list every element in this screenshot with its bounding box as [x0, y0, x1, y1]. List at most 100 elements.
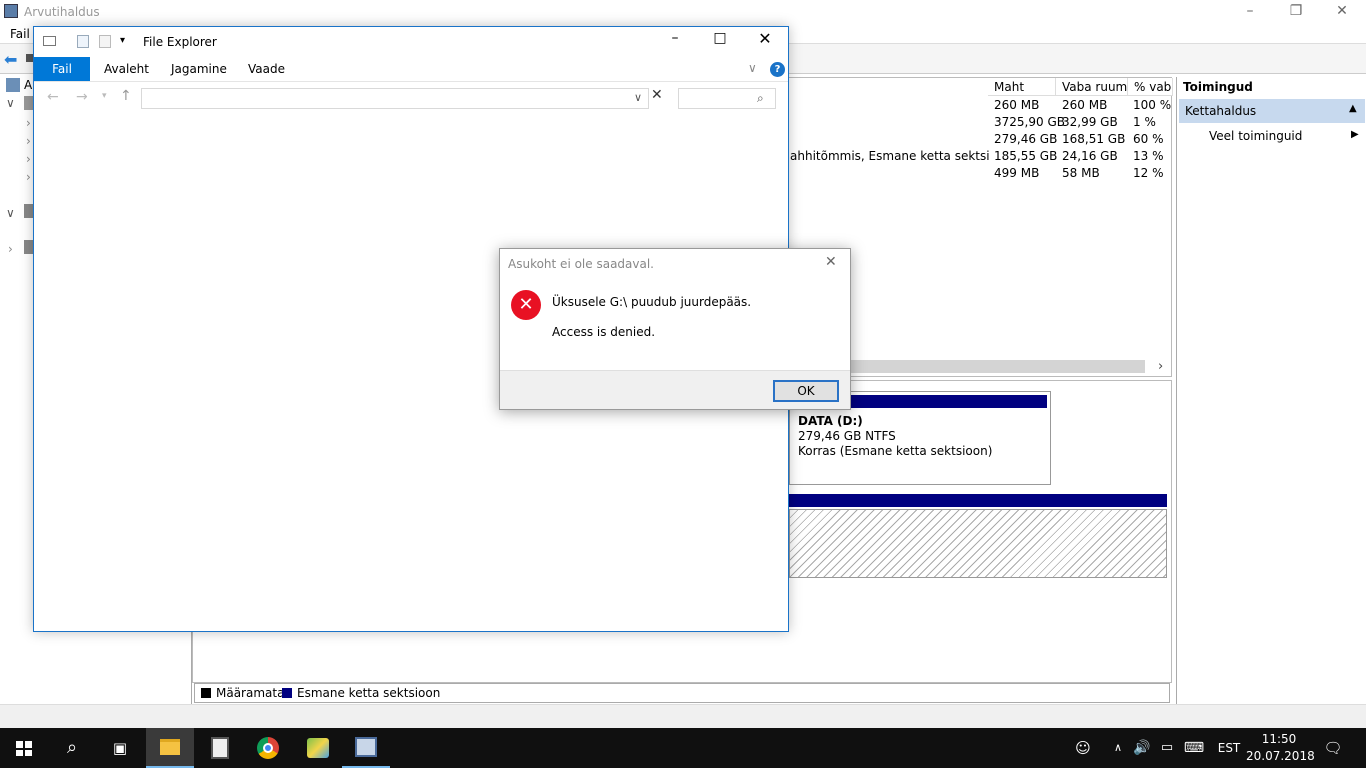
tab-jagamine[interactable]: Jagamine: [161, 57, 237, 81]
ribbon-divider: [34, 81, 788, 82]
chevron-right-icon[interactable]: ›: [26, 116, 31, 130]
ribbon-tabs: Fail Avaleht Jagamine Vaade ∨ ?: [34, 57, 788, 81]
up-arrow-icon[interactable]: ↑: [120, 88, 132, 104]
paint-app-icon: [307, 738, 329, 758]
taskbar-chrome[interactable]: [244, 728, 292, 768]
search-input[interactable]: ⌕: [678, 88, 776, 109]
mmc-restore-button[interactable]: ❐: [1273, 0, 1319, 24]
qat-new-folder-icon[interactable]: [99, 35, 111, 48]
mmc-titlebar: Arvutihaldus – ❐ ✕: [0, 0, 1366, 24]
back-arrow-icon[interactable]: ⬅: [4, 50, 17, 69]
legend-unallocated-label: Määramata: [216, 686, 285, 700]
cell-free: 58 MB: [1062, 166, 1100, 180]
chevron-down-icon[interactable]: ∨: [6, 206, 15, 220]
partition-header-bar: [789, 494, 1167, 507]
error-icon: ✕: [511, 290, 541, 320]
computer-management-icon: [355, 737, 377, 757]
cell-size: 499 MB: [994, 166, 1040, 180]
clock[interactable]: 11:50 20.07.2018: [1246, 731, 1315, 765]
chevron-right-icon[interactable]: ›: [8, 242, 13, 256]
volume-icon[interactable]: 🔊: [1130, 728, 1154, 768]
tab-fail[interactable]: Fail: [34, 57, 90, 81]
dialog-footer: OK: [500, 370, 850, 409]
actions-pane: Toimingud Kettahaldus ▲ Veel toiminguid …: [1176, 77, 1366, 704]
battery-icon[interactable]: ▭: [1156, 728, 1178, 768]
chevron-right-icon[interactable]: ›: [26, 170, 31, 184]
mmc-window-title: Arvutihaldus: [24, 5, 100, 19]
taskbar-calculator[interactable]: [196, 728, 244, 768]
clear-address-icon[interactable]: ✕: [651, 87, 663, 103]
cell-free: 32,99 GB: [1062, 115, 1118, 129]
address-dropdown-icon[interactable]: ∨: [634, 91, 642, 104]
legend-primary-swatch: [282, 688, 292, 698]
address-bar[interactable]: ∨: [141, 88, 649, 109]
unallocated-partition[interactable]: [789, 509, 1167, 578]
dialog-title: Asukoht ei ole saadaval.: [508, 257, 654, 271]
cell-name: ahhitõmmis, Esmane ketta sektsioon): [790, 149, 990, 163]
taskbar-paint-app[interactable]: [294, 728, 342, 768]
dialog-message: Üksusele G:\ puudub juurdepääs.: [552, 295, 752, 309]
column-header-vaba-ruum[interactable]: Vaba ruum: [1056, 78, 1128, 96]
dialog-close-button[interactable]: ✕: [825, 254, 837, 270]
disk-d-title: DATA (D:): [798, 414, 863, 428]
explorer-titlebar: ▾ File Explorer – □ ✕: [34, 27, 788, 57]
chrome-center-icon: [263, 743, 273, 753]
start-button[interactable]: [0, 728, 48, 768]
cell-pct: 1 %: [1133, 115, 1156, 129]
taskbar-computer-management[interactable]: [342, 728, 390, 768]
cell-size: 260 MB: [994, 98, 1040, 112]
explorer-close-button[interactable]: ✕: [748, 29, 782, 48]
ok-button[interactable]: OK: [773, 380, 839, 402]
scroll-right-arrow-icon[interactable]: ›: [1158, 359, 1163, 374]
mmc-close-button[interactable]: ✕: [1319, 0, 1365, 24]
tab-avaleht[interactable]: Avaleht: [94, 57, 159, 81]
chevron-right-icon[interactable]: ›: [26, 152, 31, 166]
computer-management-icon: [4, 4, 18, 18]
search-button[interactable]: ⌕: [48, 728, 96, 768]
column-header-maht[interactable]: Maht: [988, 78, 1056, 96]
tab-vaade[interactable]: Vaade: [238, 57, 295, 81]
actions-section-kettahaldus[interactable]: Kettahaldus ▲: [1179, 99, 1365, 123]
forward-arrow-icon[interactable]: →: [76, 89, 88, 105]
qat-properties-icon[interactable]: [77, 35, 89, 48]
qat-dropdown-icon[interactable]: ▾: [120, 35, 125, 46]
address-row: ← → ▾ ↑ ∨ ✕ ⌕: [34, 83, 788, 113]
clock-date: 20.07.2018: [1246, 749, 1315, 763]
explorer-window-title: File Explorer: [143, 35, 217, 49]
input-language[interactable]: EST: [1212, 728, 1246, 768]
chevron-down-icon[interactable]: ∨: [6, 96, 15, 110]
cell-pct: 60 %: [1133, 132, 1164, 146]
expand-right-icon[interactable]: ▶: [1351, 129, 1359, 140]
people-icon[interactable]: ☺: [1068, 728, 1098, 768]
help-icon[interactable]: ?: [770, 62, 785, 77]
cell-size: 279,46 GB: [994, 132, 1058, 146]
chevron-right-icon[interactable]: ›: [26, 134, 31, 148]
back-arrow-icon[interactable]: ←: [47, 89, 59, 105]
collapse-up-icon[interactable]: ▲: [1349, 103, 1357, 114]
show-hidden-icons-icon[interactable]: ∧: [1106, 728, 1130, 768]
disk-legend: Määramata Esmane ketta sektsioon: [194, 683, 1170, 703]
task-view-icon: ▣: [112, 739, 128, 757]
explorer-maximize-button[interactable]: □: [703, 30, 737, 46]
windows-logo-icon: [16, 741, 32, 756]
taskbar-file-explorer[interactable]: [146, 728, 194, 768]
recent-locations-icon[interactable]: ▾: [102, 91, 107, 101]
disk-d-size: 279,46 GB NTFS: [798, 429, 896, 443]
taskbar: ⌕ ▣ ☺ ∧ 🔊 ▭ ⌨ EST 11:50 20.07.2018 🗨: [0, 728, 1366, 768]
tree-item-label[interactable]: A: [24, 78, 32, 92]
cell-free: 260 MB: [1062, 98, 1108, 112]
ribbon-expand-icon[interactable]: ∨: [748, 61, 757, 75]
cell-size: 185,55 GB: [994, 149, 1058, 163]
cell-free: 24,16 GB: [1062, 149, 1118, 163]
search-icon: ⌕: [757, 91, 764, 105]
keyboard-icon[interactable]: ⌨: [1181, 728, 1207, 768]
task-view-button[interactable]: ▣: [96, 728, 144, 768]
column-header-protsent-vaba[interactable]: % vaba: [1128, 78, 1173, 96]
explorer-app-icon: [43, 36, 56, 46]
actions-header: Toimingud: [1183, 80, 1253, 94]
action-more-actions[interactable]: Veel toiminguid ▶: [1179, 127, 1365, 147]
menu-file[interactable]: Fail: [10, 27, 30, 41]
action-center-icon[interactable]: 🗨: [1318, 728, 1348, 768]
explorer-minimize-button[interactable]: –: [658, 30, 692, 46]
mmc-minimize-button[interactable]: –: [1227, 0, 1273, 24]
